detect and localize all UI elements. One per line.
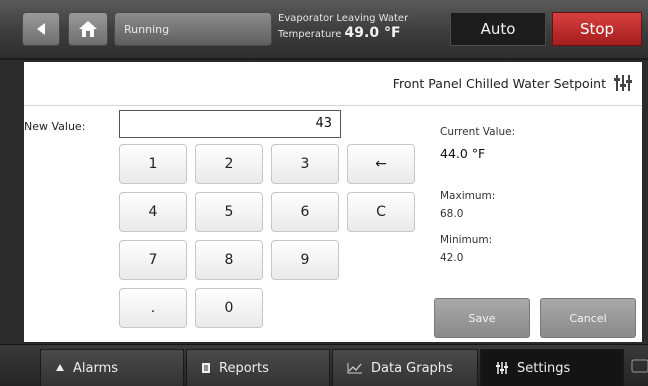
- top-bar: Running Evaporator Leaving Water Tempera…: [0, 0, 648, 60]
- maximum-value: 68.0: [440, 208, 464, 220]
- tab-alarms[interactable]: Alarms: [40, 349, 184, 386]
- new-value-label: New Value:: [24, 120, 86, 133]
- tab-settings[interactable]: Settings: [480, 349, 624, 386]
- minimum-value: 42.0: [440, 252, 464, 264]
- tab-reports[interactable]: Reports: [186, 349, 330, 386]
- evap-temp-label: Temperature: [278, 29, 342, 40]
- key-8[interactable]: 8: [195, 240, 263, 280]
- setpoint-panel: Front Panel Chilled Water Setpoint New V…: [24, 62, 642, 342]
- current-value-label: Current Value:: [440, 126, 516, 138]
- new-value-input[interactable]: 43: [119, 110, 341, 138]
- chat-icon: [631, 359, 648, 373]
- home-button[interactable]: [68, 12, 108, 46]
- chat-icon-button[interactable]: [628, 353, 648, 383]
- graph-icon: [347, 363, 362, 374]
- settings-icon: [614, 75, 632, 91]
- save-button[interactable]: Save: [434, 298, 530, 338]
- page-title: Front Panel Chilled Water Setpoint: [392, 76, 606, 91]
- settings-icon: [496, 362, 508, 374]
- minimum-label: Minimum:: [440, 234, 493, 246]
- evap-temp-value: 49.0 °F: [344, 25, 401, 41]
- cancel-button[interactable]: Cancel: [540, 298, 636, 338]
- key-4[interactable]: 4: [119, 192, 187, 232]
- evap-line2: Temperature 49.0 °F: [278, 26, 438, 42]
- bell-icon: [56, 364, 64, 371]
- auto-button[interactable]: Auto: [450, 12, 546, 46]
- tab-reports-label: Reports: [219, 360, 269, 376]
- home-icon: [79, 21, 97, 37]
- backspace-key[interactable]: ←: [347, 144, 415, 184]
- maximum-label: Maximum:: [440, 190, 496, 202]
- document-icon: [202, 363, 210, 373]
- bottom-nav-bar: Alarms Reports Data Graphs Settings: [0, 344, 648, 386]
- current-value: 44.0 °F: [440, 146, 486, 161]
- back-button[interactable]: [22, 12, 60, 46]
- clear-key[interactable]: C: [347, 192, 415, 232]
- key-9[interactable]: 9: [271, 240, 339, 280]
- key-6[interactable]: 6: [271, 192, 339, 232]
- key-1[interactable]: 1: [119, 144, 187, 184]
- key-0[interactable]: 0: [195, 288, 263, 328]
- panel-title-row: Front Panel Chilled Water Setpoint: [24, 62, 642, 106]
- stop-button[interactable]: Stop: [552, 12, 642, 46]
- tab-alarms-label: Alarms: [73, 360, 119, 376]
- key-decimal[interactable]: .: [119, 288, 187, 328]
- status-running-button[interactable]: Running: [114, 12, 272, 46]
- tab-data-graphs-label: Data Graphs: [371, 360, 453, 376]
- tab-data-graphs[interactable]: Data Graphs: [332, 349, 478, 386]
- back-arrow-icon: [37, 23, 45, 35]
- tab-settings-label: Settings: [517, 360, 571, 376]
- key-3[interactable]: 3: [271, 144, 339, 184]
- evap-line1: Evaporator Leaving Water: [278, 13, 409, 24]
- key-5[interactable]: 5: [195, 192, 263, 232]
- key-2[interactable]: 2: [195, 144, 263, 184]
- key-7[interactable]: 7: [119, 240, 187, 280]
- evaporator-temp-readout: Evaporator Leaving Water Temperature 49.…: [278, 12, 438, 48]
